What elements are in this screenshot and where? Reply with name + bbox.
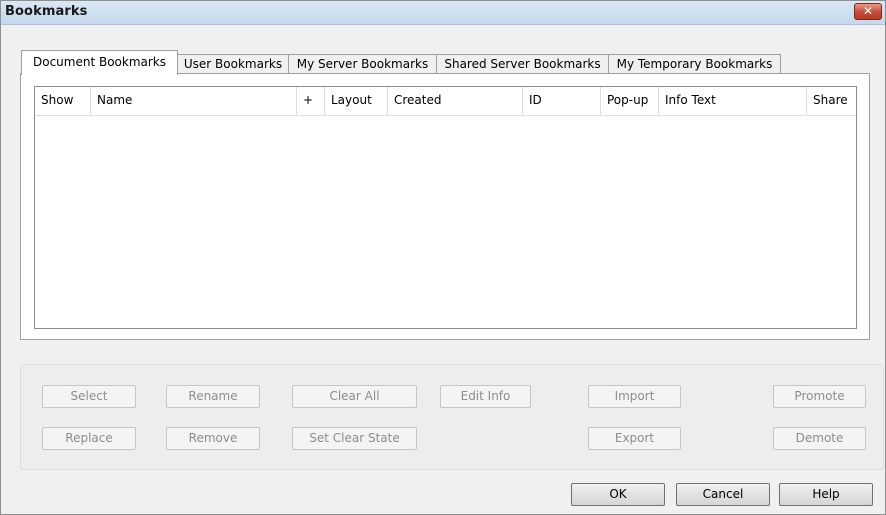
help-button[interactable]: Help [779, 483, 873, 506]
demote-button[interactable]: Demote [773, 427, 866, 450]
tab-user-bookmarks[interactable]: User Bookmarks [177, 54, 289, 74]
clear-all-button[interactable]: Clear All [292, 385, 417, 408]
replace-button[interactable]: Replace [42, 427, 136, 450]
cancel-button[interactable]: Cancel [676, 483, 770, 506]
rename-button[interactable]: Rename [166, 385, 260, 408]
table-header: Show Name + Layout Created ID Pop-up Inf… [35, 87, 856, 116]
tab-document-bookmarks[interactable]: Document Bookmarks [21, 50, 178, 75]
column-header-show[interactable]: Show [35, 87, 91, 115]
title-bar: Bookmarks ✕ [1, 1, 885, 25]
select-button[interactable]: Select [42, 385, 136, 408]
set-clear-state-button[interactable]: Set Clear State [292, 427, 417, 450]
import-button[interactable]: Import [588, 385, 681, 408]
column-header-popup[interactable]: Pop-up [601, 87, 659, 115]
close-icon: ✕ [862, 4, 874, 18]
dialog-title: Bookmarks [5, 4, 88, 19]
tab-my-temporary-bookmarks[interactable]: My Temporary Bookmarks [608, 54, 781, 74]
column-header-id[interactable]: ID [523, 87, 601, 115]
column-header-layout[interactable]: Layout [325, 87, 388, 115]
tab-shared-server-bookmarks[interactable]: Shared Server Bookmarks [436, 54, 609, 74]
column-header-plus[interactable]: + [297, 87, 325, 115]
column-header-name[interactable]: Name [91, 87, 297, 115]
close-button[interactable]: ✕ [854, 3, 882, 20]
export-button[interactable]: Export [588, 427, 681, 450]
bookmark-actions-group: Select Rename Clear All Edit Info Import… [20, 364, 884, 470]
bookmarks-table[interactable]: Show Name + Layout Created ID Pop-up Inf… [34, 86, 857, 329]
column-header-info-text[interactable]: Info Text [659, 87, 807, 115]
document-bookmarks-panel: Show Name + Layout Created ID Pop-up Inf… [20, 73, 870, 340]
column-header-share[interactable]: Share [807, 87, 856, 115]
tab-my-server-bookmarks[interactable]: My Server Bookmarks [288, 54, 437, 74]
ok-button[interactable]: OK [571, 483, 665, 506]
bookmarks-dialog: Bookmarks ✕ Document Bookmarks User Book… [0, 0, 886, 515]
remove-button[interactable]: Remove [166, 427, 260, 450]
column-header-created[interactable]: Created [388, 87, 523, 115]
edit-info-button[interactable]: Edit Info [440, 385, 531, 408]
promote-button[interactable]: Promote [773, 385, 866, 408]
